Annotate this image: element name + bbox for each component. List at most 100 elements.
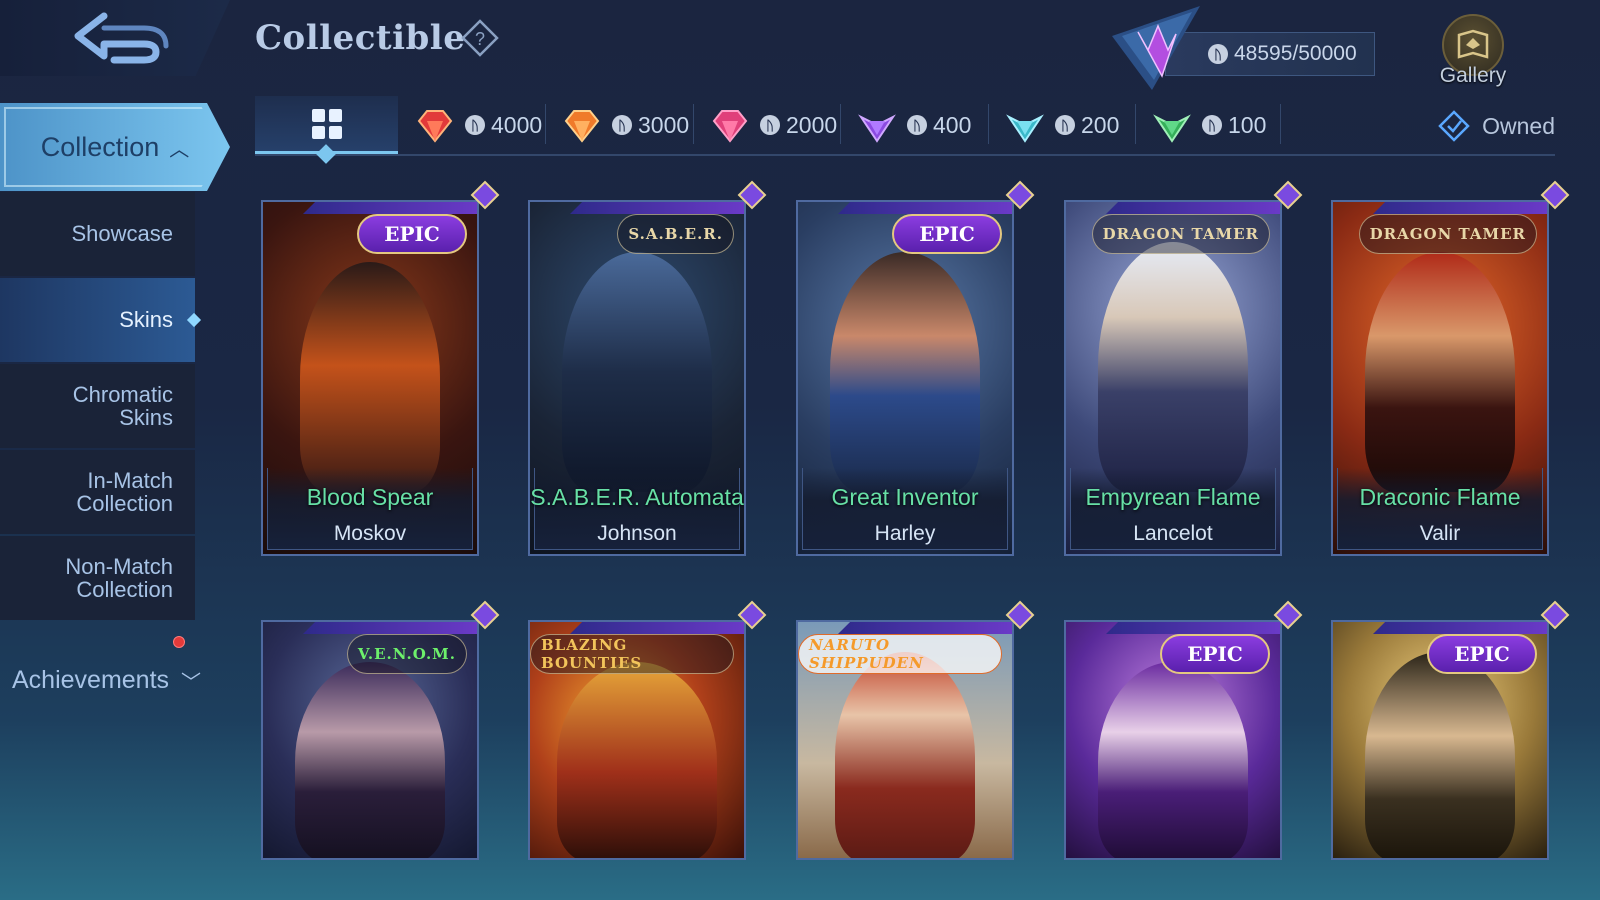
skin-card[interactable]: DRAGON TAMER Draconic Flame Valir [1331,200,1549,556]
sidebar-item-label: Chromatic Skins [72,381,173,430]
gallery-label: Gallery [1439,64,1507,87]
green-gem-icon [1153,114,1191,143]
epic-badge: EPIC [1160,634,1270,674]
owned-diamond-icon [737,600,767,630]
series-badge: DRAGON TAMER [1358,214,1537,254]
skin-name: Great Inventor [831,484,979,510]
tab-price-3000[interactable]: ᚢ 3000 [562,100,689,150]
skin-card[interactable]: V.E.N.O.M. [261,620,479,860]
chevron-up-icon: ︿ [169,138,190,161]
sidebar-item-achievements[interactable]: Achievements ﹀ [12,660,212,700]
coin-icon: ᚢ [1055,115,1075,135]
skin-card[interactable]: EPIC Blood Spear Moskov [261,200,479,556]
owned-diamond-icon [1540,180,1570,210]
collector-emblem-icon [1112,6,1200,90]
skin-name: Draconic Flame [1359,484,1521,510]
card-frame-top [838,622,1012,634]
active-indicator-icon [186,312,202,328]
tab-divider [840,104,841,144]
coin-icon: ᚢ [612,115,632,135]
card-frame-top [838,202,1012,214]
active-tab-pointer [316,144,336,164]
skin-card[interactable]: EPIC [1064,620,1282,860]
owned-diamond-icon [737,180,767,210]
tab-all[interactable] [255,96,398,164]
coin-icon: ᚢ [1208,44,1228,64]
skin-card[interactable]: BLAZING BOUNTIES [528,620,746,860]
series-badge: BLAZING BOUNTIES [530,634,734,674]
help-icon[interactable]: ? [460,18,500,58]
sidebar-item-skins[interactable]: Skins [0,278,202,362]
card-frame-top [1373,202,1547,214]
owned-diamond-icon [470,600,500,630]
tab-divider [545,104,546,144]
skin-card[interactable]: NARUTO SHIPPUDEN [796,620,1014,860]
diamond-checkbox-icon [1438,110,1470,142]
hero-name: Johnson [597,522,677,545]
notification-dot [173,636,185,648]
sidebar-item-showcase[interactable]: Showcase [0,192,195,276]
orange-gem-icon [564,110,600,143]
card-frame-top [1106,622,1280,634]
page-title: Collectible [255,18,466,58]
skin-card[interactable]: DRAGON TAMER Empyrean Flame Lancelot [1064,200,1282,556]
sidebar-collection-label: Collection [40,131,160,162]
owned-diamond-icon [1005,600,1035,630]
epic-badge: EPIC [1427,634,1537,674]
epic-badge: EPIC [892,214,1002,254]
sidebar-item-label: Skins [119,307,173,333]
series-badge: S.A.B.E.R. [617,214,734,254]
sidebar-item-label: Non-Match Collection [65,553,173,602]
series-badge: DRAGON TAMER [1091,214,1270,254]
skin-card[interactable]: EPIC [1331,620,1549,860]
card-frame-top [570,202,744,214]
tab-price-400[interactable]: ᚢ 400 [857,100,971,150]
tab-price-label: 200 [1081,111,1120,138]
tab-price-label: 4000 [491,111,543,138]
coin-icon: ᚢ [465,115,485,135]
back-arrow-icon [74,12,169,64]
card-frame-top [303,622,477,634]
tab-divider [988,104,989,144]
skin-card[interactable]: S.A.B.E.R. S.A.B.E.R. Automata Johnson [528,200,746,556]
skin-name: Blood Spear [306,484,434,510]
card-frame-top [570,622,744,634]
hero-name: Lancelot [1133,522,1213,545]
owned-diamond-icon [1540,600,1570,630]
coin-icon: ᚢ [1202,115,1222,135]
card-frame-top [1106,202,1280,214]
currency-value: 48595/50000 [1234,42,1357,65]
owned-diamond-icon [1273,600,1303,630]
sidebar-item-label: Showcase [71,221,173,247]
owned-filter[interactable]: Owned [1438,106,1555,146]
card-frame-top [303,202,477,214]
tab-price-label: 100 [1228,111,1267,138]
owned-diamond-icon [1273,180,1303,210]
sidebar-item-in-match-collection[interactable]: In-Match Collection [0,450,195,534]
grid-icon [311,108,342,139]
sidebar-achievements-label: Achievements [12,665,170,694]
series-badge: NARUTO SHIPPUDEN [798,634,1002,674]
red-gem-icon [417,110,453,143]
tab-divider [1280,104,1281,144]
svg-text:?: ? [475,29,485,49]
back-button[interactable] [60,8,180,68]
skin-card[interactable]: EPIC Great Inventor Harley [796,200,1014,556]
coin-icon: ᚢ [760,115,780,135]
sidebar-item-non-match-collection[interactable]: Non-Match Collection [0,536,195,620]
tab-price-200[interactable]: ᚢ 200 [1005,100,1119,150]
card-frame-top [1373,622,1547,634]
tab-price-4000[interactable]: ᚢ 4000 [415,100,542,150]
sidebar-item-chromatic-skins[interactable]: Chromatic Skins [0,364,195,448]
coin-icon: ᚢ [907,115,927,135]
gallery-button[interactable]: Gallery [1425,14,1521,94]
tab-price-label: 400 [933,111,972,138]
sidebar-collection-button[interactable]: Collection ︿ [0,103,230,191]
chevron-down-icon: ﹀ [181,671,202,694]
tab-price-100[interactable]: ᚢ 100 [1152,100,1266,150]
tab-price-2000[interactable]: ᚢ 2000 [710,100,837,150]
tab-divider [1135,104,1136,144]
hero-name: Moskov [333,522,407,545]
tab-price-label: 2000 [786,111,838,138]
owned-diamond-icon [470,180,500,210]
